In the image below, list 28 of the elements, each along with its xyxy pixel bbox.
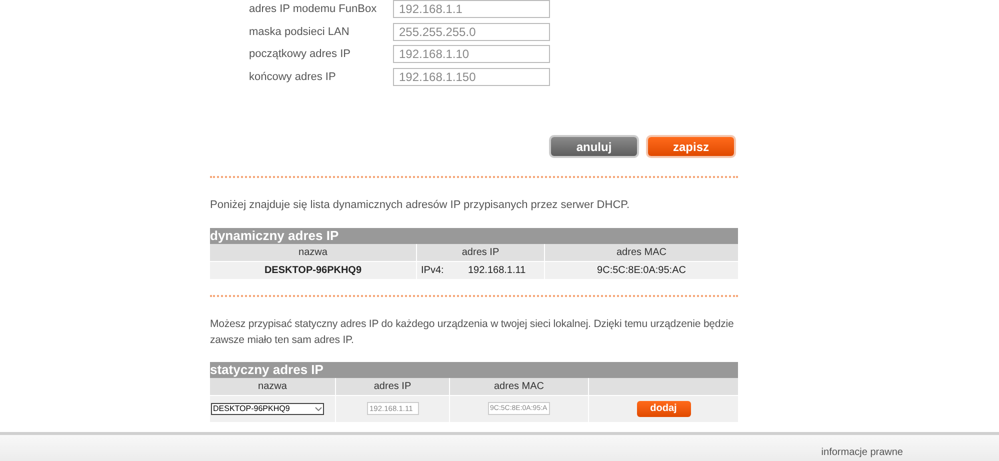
table-title: statyczny adres IP <box>210 362 738 378</box>
table-cell: 9C:5C:8E:0A:95:AC <box>545 262 738 278</box>
ip-type-label: IPv4: <box>421 264 445 278</box>
column-header: adres IP <box>336 378 449 394</box>
add-button[interactable]: dodaj <box>636 400 690 416</box>
field-label: maska podsieci LAN <box>249 24 350 40</box>
input-field[interactable]: 192.168.1.10 <box>393 45 550 64</box>
table-cell: DESKTOP-96PKHQ9 <box>210 262 416 278</box>
chevron-down-icon <box>315 406 322 410</box>
cancel-button[interactable]: anuluj <box>551 137 637 156</box>
input-field[interactable]: 192.168.1.150 <box>393 68 550 86</box>
column-header: adres MAC <box>545 244 738 260</box>
table-cell-text: 192.168.1.11 <box>468 264 526 278</box>
column-header: nazwa <box>210 244 416 260</box>
static-ip-description: Możesz przypisać statyczny adres IP do każdego urządzenia w twojej sieci lokalnej. Dzięki temu urządzenie będzie zawsze miało ten sam adres IP. <box>210 316 735 348</box>
table-title: dynamiczny adres IP <box>210 228 738 244</box>
field-label: początkowy adres IP <box>249 47 352 62</box>
field-label: końcowy adres IP <box>249 70 337 84</box>
dhcp-description: Poniżej znajduje się lista dynamicznych adresów IP przypisanych przez serwer DHCP. <box>210 198 631 213</box>
input-field[interactable]: 255.255.255.0 <box>393 22 550 41</box>
input-field[interactable]: 192.168.1.1 <box>393 0 550 18</box>
device-select[interactable]: DESKTOP-96PKHQ9 <box>211 402 324 414</box>
save-button[interactable]: zapisz <box>648 137 734 156</box>
column-header: adres MAC <box>450 378 588 394</box>
field-label: adres IP modemu FunBox <box>249 2 378 17</box>
column-header: adres IP <box>417 244 544 260</box>
legal-info-link[interactable]: informacje prawne <box>821 444 903 460</box>
column-header: nazwa <box>210 378 335 394</box>
